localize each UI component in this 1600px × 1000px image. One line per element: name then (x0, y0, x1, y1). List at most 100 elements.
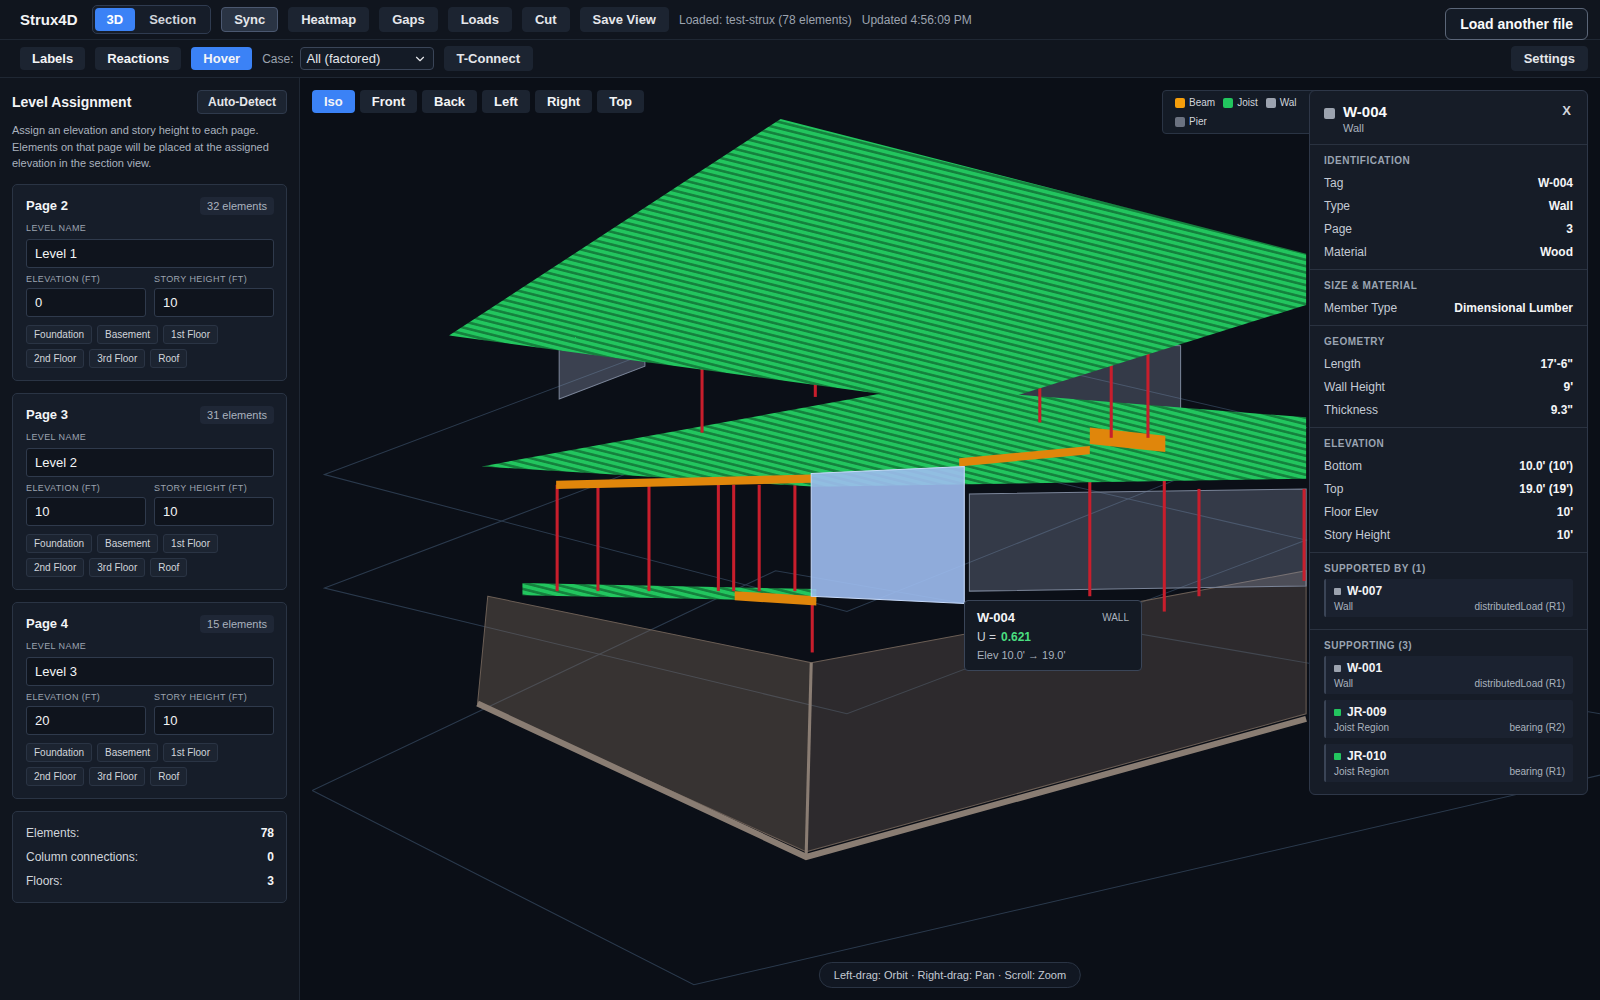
relation-item[interactable]: JR-009Joist Regionbearing (R2) (1324, 700, 1573, 738)
view-button[interactable]: Iso (312, 90, 355, 113)
view-button[interactable]: Top (597, 90, 644, 113)
toggle-button[interactable]: Labels (20, 47, 85, 70)
preset-chip[interactable]: Basement (97, 325, 158, 344)
toolbar-button[interactable]: Save View (580, 7, 669, 32)
preset-chip[interactable]: Roof (150, 767, 187, 786)
details-type: Wall (1343, 122, 1552, 134)
view-button[interactable]: Front (360, 90, 417, 113)
element-count: 15 elements (200, 615, 274, 633)
preset-chip[interactable]: 2nd Floor (26, 349, 84, 368)
details-tag: W-004 (1343, 103, 1552, 120)
preset-chip[interactable]: Roof (150, 349, 187, 368)
details-row: TagW-004 (1324, 171, 1573, 194)
case-label: Case: (262, 52, 293, 66)
preset-chip[interactable]: 3rd Floor (89, 349, 145, 368)
details-row: Page3 (1324, 217, 1573, 240)
app: Strux4D 3DSection Sync Heatmap Gaps Loads Cut S… (0, 0, 1600, 1000)
logo: Strux4D (20, 11, 78, 28)
relation-item[interactable]: W-001WalldistributedLoad (R1) (1324, 656, 1573, 694)
chevron-down-icon (413, 52, 427, 66)
mode-tab[interactable]: Section (137, 8, 208, 31)
legend-item: Beam (1175, 97, 1215, 108)
page-card: Page 232 elementsLEVEL NAMEELEVATION (FT… (12, 184, 287, 381)
toolbar-button[interactable]: Gaps (379, 7, 438, 32)
details-row: Thickness9.3" (1324, 398, 1573, 421)
field-label: STORY HEIGHT (FT) (154, 483, 274, 493)
sidebar-description: Assign an elevation and story height to … (12, 122, 287, 172)
preset-chip[interactable]: Foundation (26, 743, 92, 762)
elevation-input[interactable] (26, 706, 146, 735)
mode-tab[interactable]: 3D (95, 8, 136, 31)
preset-chip[interactable]: 1st Floor (163, 325, 218, 344)
level-name-input[interactable] (26, 448, 274, 477)
top-toolbar: Strux4D 3DSection Sync Heatmap Gaps Loads Cut S… (0, 0, 1600, 40)
toolbar-button[interactable]: Cut (522, 7, 570, 32)
view-buttons: IsoFrontBackLeftRightTop (312, 90, 644, 113)
view-button[interactable]: Left (482, 90, 530, 113)
close-button[interactable]: X (1560, 103, 1573, 118)
details-row: MaterialWood (1324, 240, 1573, 263)
load-file-button[interactable]: Load another file (1445, 8, 1588, 40)
details-row: Story Height10' (1324, 523, 1573, 546)
elevation-input[interactable] (26, 497, 146, 526)
view-button[interactable]: Back (422, 90, 477, 113)
t-connect-button[interactable]: T-Connect (444, 46, 534, 71)
preset-chip[interactable]: 1st Floor (163, 743, 218, 762)
stat-row: Elements:78 (26, 824, 274, 842)
preset-chip[interactable]: 2nd Floor (26, 558, 84, 577)
options-toolbar: Labels Reactions Hover Case: All (factored) T… (0, 40, 1600, 78)
case-select[interactable]: All (factored) (300, 47, 434, 70)
element-count: 31 elements (200, 406, 274, 424)
field-label: LEVEL NAME (26, 223, 274, 233)
toolbar-button[interactable]: Loads (448, 7, 512, 32)
details-row: TypeWall (1324, 194, 1573, 217)
page-title: Page 4 (26, 616, 68, 631)
toolbar-button[interactable]: Heatmap (288, 7, 369, 32)
toggle-button[interactable]: Hover (191, 47, 252, 70)
details-section: SIZE & MATERIALMember TypeDimensional Lu… (1310, 269, 1587, 325)
view-button[interactable]: Right (535, 90, 592, 113)
type-dot (1334, 665, 1341, 672)
mode-switch: 3DSection (92, 5, 212, 34)
foundation (478, 571, 1307, 857)
settings-button[interactable]: Settings (1511, 46, 1588, 71)
field-label: LEVEL NAME (26, 432, 274, 442)
type-dot (1334, 753, 1341, 760)
preset-chip[interactable]: 3rd Floor (89, 558, 145, 577)
type-dot (1334, 709, 1341, 716)
legend-swatch (1266, 98, 1276, 108)
relation-item[interactable]: JR-010Joist Regionbearing (R1) (1324, 744, 1573, 782)
toggle-button[interactable]: Reactions (95, 47, 181, 70)
preset-chip[interactable]: Basement (97, 534, 158, 553)
preset-chip[interactable]: 1st Floor (163, 534, 218, 553)
elevation-input[interactable] (26, 288, 146, 317)
preset-chip[interactable]: 2nd Floor (26, 767, 84, 786)
preset-chip[interactable]: Foundation (26, 325, 92, 344)
page-title: Page 2 (26, 198, 68, 213)
legend: BeamJoistWalPier (1162, 90, 1332, 134)
story-height-input[interactable] (154, 288, 274, 317)
legend-swatch (1223, 98, 1233, 108)
story-height-input[interactable] (154, 706, 274, 735)
story-height-input[interactable] (154, 497, 274, 526)
details-section: GEOMETRYLength17'-6"Wall Height9'Thickne… (1310, 325, 1587, 427)
preset-chip[interactable]: Foundation (26, 534, 92, 553)
details-section: IDENTIFICATIONTagW-004TypeWallPage3Mater… (1310, 144, 1587, 269)
stats-card: Elements:78Column connections:0Floors:3 (12, 811, 287, 903)
field-label: ELEVATION (FT) (26, 692, 146, 702)
details-row: Floor Elev10' (1324, 500, 1573, 523)
details-panel: W-004 Wall X IDENTIFICATIONTagW-004TypeWall… (1309, 90, 1588, 795)
level-name-input[interactable] (26, 239, 274, 268)
relation-section: SUPPORTING (3)W-001WalldistributedLoad (… (1310, 629, 1587, 794)
selected-wall[interactable] (811, 466, 964, 603)
wall-icon (1324, 108, 1335, 119)
toolbar-button[interactable]: Sync (221, 7, 278, 32)
details-row: Top19.0' (19') (1324, 477, 1573, 500)
relation-item[interactable]: W-007WalldistributedLoad (R1) (1324, 579, 1573, 617)
element-count: 32 elements (200, 197, 274, 215)
auto-detect-button[interactable]: Auto-Detect (197, 90, 287, 114)
level-name-input[interactable] (26, 657, 274, 686)
preset-chip[interactable]: Roof (150, 558, 187, 577)
preset-chip[interactable]: 3rd Floor (89, 767, 145, 786)
preset-chip[interactable]: Basement (97, 743, 158, 762)
